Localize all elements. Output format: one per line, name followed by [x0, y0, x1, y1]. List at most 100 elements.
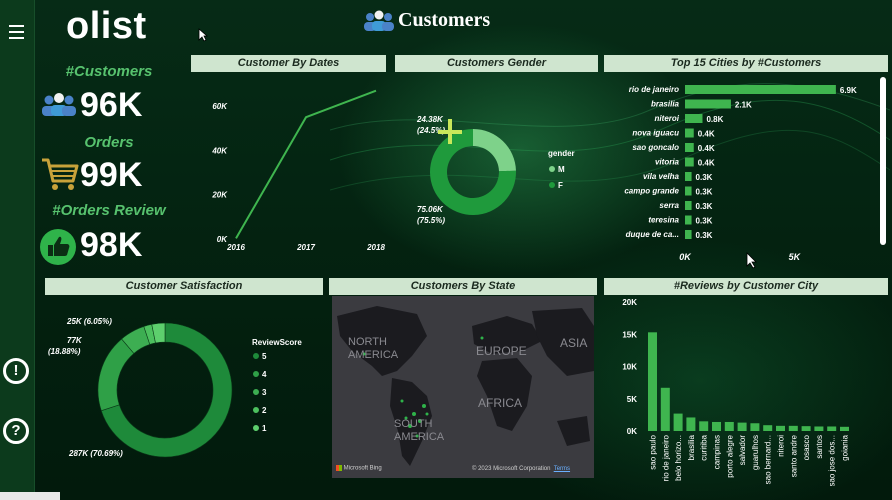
legend-label: 4: [262, 370, 267, 379]
kpi-customers-value: 96K: [80, 86, 143, 124]
review-bar: [686, 417, 696, 431]
city-bar: [685, 172, 692, 181]
review-bar: [724, 421, 734, 431]
data-label: 0.4K: [698, 159, 715, 168]
x-tick-label: sao bernard...: [764, 435, 773, 484]
x-tick-label: rio de janeiro: [661, 434, 670, 481]
map-copyright: © 2023 Microsoft Corporation Terms: [472, 466, 571, 472]
city-bar: [685, 215, 692, 225]
review-bar: [712, 421, 721, 431]
category-label: duque de ca...: [626, 230, 679, 239]
legend-label: 3: [262, 388, 267, 397]
y-tick-label: 20K: [622, 298, 637, 307]
legend-label: F: [558, 181, 563, 190]
customers-gender-chart: 24.38K(24.5%)75.06K(75.5%)genderMF: [416, 115, 575, 225]
top-cities-chart: rio de janeiro 6.9K brasilia 2.1K niteroi 0.8…: [624, 85, 857, 262]
city-bar: [685, 186, 692, 196]
data-label: 77K: [67, 336, 83, 345]
brand-logo: olist: [66, 5, 147, 47]
customers-line-series: [235, 89, 377, 239]
legend-label: 2: [262, 406, 267, 415]
city-bar: [685, 85, 836, 94]
y-tick-label: 5K: [627, 395, 637, 404]
category-label: serra: [659, 201, 679, 210]
x-tick-label: 0K: [679, 252, 692, 262]
x-tick-label: brasilia: [687, 434, 696, 460]
customer-satisfaction-chart: 25K (6.05%) 77K (18.88%) 287K (70.69%) Revie…: [48, 317, 302, 458]
x-tick-label: goiania: [841, 434, 850, 460]
x-tick-label: campinas: [713, 435, 722, 469]
legend-title: ReviewScore: [252, 338, 302, 347]
review-bar: [673, 413, 683, 431]
panel-title-by-state: Customers By State: [329, 278, 597, 295]
x-tick-label: osasco: [802, 434, 811, 460]
legend-marker: [549, 182, 555, 188]
review-bar: [660, 387, 670, 431]
category-label: campo grande: [624, 187, 679, 196]
y-tick-label: 10K: [622, 363, 637, 372]
map-terms-link[interactable]: Terms: [554, 466, 570, 472]
kpi-customers-label: #Customers: [65, 63, 153, 80]
help-icon[interactable]: ?: [3, 418, 29, 444]
customers-by-state-map[interactable]: NORTH AMERICA EUROPE ASIA AFRICA SOUTH A…: [332, 296, 594, 478]
data-label: 0.3K: [696, 173, 713, 182]
people-icon: [42, 93, 76, 116]
kpi-reviews-value: 98K: [80, 226, 143, 264]
legend-marker: [253, 407, 259, 413]
data-label: 6.9K: [840, 86, 857, 95]
x-tick-label: sao jose dos...: [828, 435, 837, 486]
legend-marker: [549, 166, 555, 172]
x-tick-label: belo horizo...: [674, 435, 683, 481]
review-bar: [776, 425, 785, 431]
legend-marker: [253, 389, 259, 395]
legend-label: 1: [262, 424, 267, 433]
gender-slice-M: [473, 129, 516, 172]
x-tick-label: santo andre: [789, 434, 798, 477]
y-tick-label: 40K: [211, 146, 228, 155]
x-tick-label: 2016: [226, 243, 245, 252]
data-label: 0.8K: [706, 115, 723, 124]
panel-title-reviews-city: #Reviews by Customer City: [604, 278, 888, 295]
panel-title-satisfaction: Customer Satisfaction: [45, 278, 323, 295]
category-label: sao goncalo: [632, 143, 679, 152]
review-bar: [814, 426, 824, 431]
data-label: 0.4K: [698, 144, 715, 153]
satisfaction-slice-4: [97, 338, 135, 412]
map-label-south-america: SOUTH AMERICA: [394, 418, 445, 443]
map-label-north-america: NORTH AMERICA: [348, 336, 399, 361]
cursor-icon: [746, 252, 757, 269]
x-tick-label: niteroi: [777, 435, 786, 457]
page-title: Customers: [398, 9, 491, 31]
customers-by-dates-chart: 0K20K40K60K2016 2017 2018: [211, 89, 385, 252]
y-tick-label: 0K: [627, 427, 637, 436]
city-bar: [685, 128, 694, 138]
cursor-icon: [198, 28, 208, 42]
cart-icon: [42, 158, 79, 190]
category-label: brasilia: [651, 100, 680, 109]
legend-marker: [253, 371, 259, 377]
review-bar: [648, 332, 657, 431]
city-bar: [685, 157, 694, 167]
city-bar: [685, 201, 692, 210]
kpi-reviews-label: #Orders Review: [52, 202, 166, 219]
map-label-africa: AFRICA: [478, 396, 523, 410]
info-icon[interactable]: !: [3, 358, 29, 384]
category-label: vila velha: [643, 172, 680, 181]
menu-icon[interactable]: [9, 25, 24, 39]
x-tick-label: curitiba: [700, 434, 709, 460]
review-bar: [699, 421, 709, 431]
kpi-orders-value: 99K: [80, 156, 143, 194]
data-label: (75.5%): [417, 216, 445, 225]
legend-title: gender: [548, 149, 575, 158]
data-label: 0.3K: [696, 217, 713, 226]
bing-logo: Microsoft Bing: [336, 465, 382, 472]
y-tick-label: 15K: [622, 330, 637, 339]
panel-title-by-dates: Customer By Dates: [191, 55, 386, 72]
x-tick-label: guarulhos: [751, 435, 760, 470]
category-label: nova iguacu: [632, 129, 679, 138]
people-icon: [364, 10, 394, 31]
taskbar-fragment: [0, 492, 60, 500]
scrollbar[interactable]: [880, 77, 886, 245]
review-bar: [827, 426, 837, 431]
sidebar: ! ?: [0, 0, 35, 500]
